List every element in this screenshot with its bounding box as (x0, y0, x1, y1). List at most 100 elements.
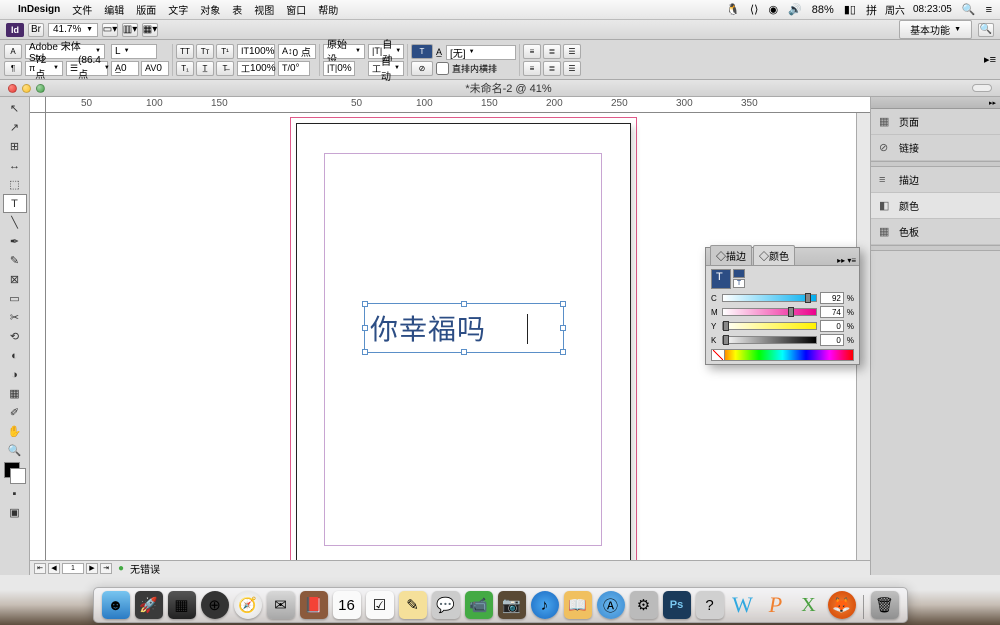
para-format-button[interactable]: ¶ (4, 61, 22, 76)
app-name[interactable]: InDesign (18, 4, 60, 15)
align-btn[interactable]: ≣ (543, 44, 561, 59)
battery-icon[interactable]: ▮▯ (844, 3, 856, 16)
stroke-tab[interactable]: ◇描边 (710, 245, 752, 265)
align-btn[interactable]: ☰ (563, 44, 581, 59)
color-panel[interactable]: ◇描边 ◇颜色 ▸▸ ▾≡ T C92% M74% Y0% K0% (705, 247, 860, 365)
m-slider[interactable] (722, 308, 817, 316)
dock-reminders[interactable]: ☑ (366, 591, 394, 619)
y-value[interactable]: 0 (820, 320, 844, 332)
menu-view[interactable]: 视图 (254, 2, 274, 17)
page-number-field[interactable]: 1 (62, 563, 84, 574)
subscript-button[interactable]: T₁ (176, 61, 194, 76)
zoom-window-button[interactable] (36, 84, 45, 93)
menu-file[interactable]: 文件 (72, 2, 92, 17)
text-frame[interactable]: 你幸福吗 (364, 303, 564, 353)
frame-handle[interactable] (560, 349, 566, 355)
panel-collapse-button[interactable]: ▸▸ ▾≡ (837, 256, 856, 265)
zoom-tool[interactable]: 🔍 (3, 441, 27, 460)
dock-contacts[interactable]: 📕 (300, 591, 328, 619)
dock-finder[interactable]: ☻ (102, 591, 130, 619)
gradient-swatch-tool[interactable]: ◐ (3, 346, 27, 365)
font-style-dropdown[interactable]: L▼ (111, 44, 157, 59)
dock-safari[interactable]: 🧭 (234, 591, 262, 619)
pencil-tool[interactable]: ✎ (3, 251, 27, 270)
leading-field[interactable]: ☰(86.4 点▼ (66, 61, 108, 76)
underline-button[interactable]: T̲ (196, 61, 214, 76)
menu-window[interactable]: 窗口 (286, 2, 306, 17)
vertical-ruler[interactable] (30, 113, 46, 560)
last-page-button[interactable]: ⇥ (100, 563, 112, 574)
gap-tool[interactable]: ↔ (3, 156, 27, 175)
zoom-dropdown[interactable]: 41.7%▼ (48, 23, 98, 37)
tracking-field[interactable]: AV0 (141, 61, 169, 76)
spotlight-icon[interactable]: 🔍 (962, 3, 976, 16)
type-tool[interactable]: T (3, 194, 27, 213)
bridge-button[interactable]: Br (28, 23, 44, 37)
language-dropdown[interactable]: 原始设▼ (323, 44, 365, 59)
stroke-panel-tab[interactable]: ≡描边 (871, 167, 1000, 193)
charstyle-dropdown[interactable]: [无]▼ (446, 45, 516, 60)
qq-icon[interactable]: 🐧 (726, 3, 740, 16)
apply-color-button[interactable]: ▪ (3, 484, 27, 503)
dock-notes[interactable]: ✎ (399, 591, 427, 619)
close-window-button[interactable] (8, 84, 17, 93)
auto2-dropdown[interactable]: 工自动▼ (368, 61, 404, 76)
screen-mode-button[interactable]: ▥▾ (122, 23, 138, 37)
dock-ibooks[interactable]: 📖 (564, 591, 592, 619)
align-btn[interactable]: ≡ (523, 44, 541, 59)
rectangle-tool[interactable]: ▭ (3, 289, 27, 308)
menu-type[interactable]: 文字 (168, 2, 188, 17)
fill-proxy[interactable] (711, 269, 731, 289)
battery-text[interactable]: 88% (812, 4, 834, 16)
line-tool[interactable]: ╲ (3, 213, 27, 232)
volume-icon[interactable]: 🔊 (788, 3, 802, 16)
frame-handle[interactable] (362, 301, 368, 307)
char-format-button[interactable]: A (4, 44, 22, 59)
align-btn[interactable]: ≣ (543, 61, 561, 76)
page-tool[interactable]: ⊞ (3, 137, 27, 156)
c-slider[interactable] (722, 294, 817, 302)
scissors-tool[interactable]: ✂ (3, 308, 27, 327)
text-content[interactable]: 你幸福吗 (370, 308, 486, 348)
dock-itunes[interactable]: ♪ (531, 591, 559, 619)
tategaki-checkbox[interactable]: 直排内横排 (436, 62, 497, 75)
ruler-origin[interactable] (30, 97, 46, 112)
frame-handle[interactable] (362, 349, 368, 355)
dock-trash[interactable]: 🗑 (871, 591, 899, 619)
first-page-button[interactable]: ⇤ (34, 563, 46, 574)
cmyk-spectrum[interactable] (711, 349, 854, 361)
menu-table[interactable]: 表 (232, 2, 242, 17)
superscript-button[interactable]: T¹ (216, 44, 234, 59)
none-swatch-button[interactable]: ⊘ (411, 61, 433, 76)
dock-appstore[interactable]: Ⓐ (597, 591, 625, 619)
frame-handle[interactable] (560, 301, 566, 307)
next-page-button[interactable]: ▶ (86, 563, 98, 574)
menu-help[interactable]: 帮助 (318, 2, 338, 17)
preflight-status[interactable]: 无错误 (130, 561, 160, 576)
doc-proxy[interactable] (972, 84, 992, 92)
strikethrough-button[interactable]: T̶ (216, 61, 234, 76)
fill-stroke-swatch[interactable] (4, 462, 26, 484)
k-slider[interactable] (722, 336, 817, 344)
dock-messages[interactable]: 💬 (432, 591, 460, 619)
hscale-field[interactable]: IT100% (237, 44, 275, 59)
wifi-icon[interactable]: ◉ (768, 3, 778, 16)
dock-unknown1[interactable]: ? (696, 591, 724, 619)
bluetooth-icon[interactable]: ⟨⟩ (750, 3, 759, 16)
notification-icon[interactable]: ≡ (986, 4, 992, 16)
clock[interactable]: 08:23:05 (913, 4, 952, 15)
rectangle-frame-tool[interactable]: ⊠ (3, 270, 27, 289)
direct-selection-tool[interactable]: ↗ (3, 118, 27, 137)
gradient-feather-tool[interactable]: ◑ (3, 365, 27, 384)
pen-tool[interactable]: ✒ (3, 232, 27, 251)
horizontal-ruler[interactable]: 50 100 150 50 100 150 200 250 300 350 (30, 97, 870, 113)
dock-wps-presentation[interactable]: P (762, 591, 790, 619)
smallcaps-button[interactable]: Tᴛ (196, 44, 214, 59)
c-value[interactable]: 92 (820, 292, 844, 304)
arrange-button[interactable]: ▦▾ (142, 23, 158, 37)
dock-facetime[interactable]: 📹 (465, 591, 493, 619)
content-collector-tool[interactable]: ⬚ (3, 175, 27, 194)
frame-handle[interactable] (461, 349, 467, 355)
fill-swatch-button[interactable]: T (411, 44, 433, 59)
free-transform-tool[interactable]: ⟲ (3, 327, 27, 346)
